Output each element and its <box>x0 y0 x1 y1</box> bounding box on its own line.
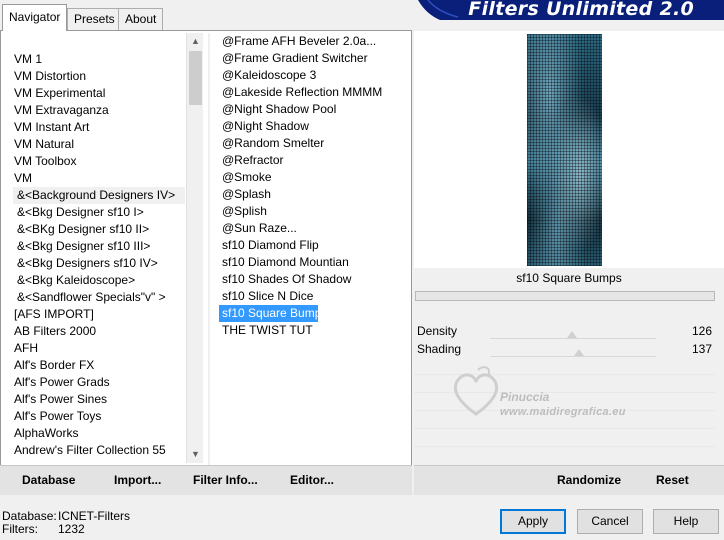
filter-item[interactable]: @Splish <box>219 203 409 220</box>
tab-navigator[interactable]: Navigator <box>2 4 68 31</box>
tab-about[interactable]: About <box>118 8 164 30</box>
category-item[interactable]: VM 1 <box>13 51 185 68</box>
list-divider <box>208 33 210 465</box>
param-density[interactable]: Density 126 <box>414 322 716 340</box>
category-item[interactable]: [AFS IMPORT] <box>13 306 185 323</box>
category-item[interactable]: Alf's Power Toys <box>13 408 185 425</box>
status-filters-label: Filters: <box>2 522 38 536</box>
watermark-heart-icon <box>453 366 499 416</box>
category-item[interactable]: &<Bkg Designers sf10 IV> <box>13 255 185 272</box>
param-slot-empty <box>414 446 716 447</box>
filter-item[interactable]: @Refractor <box>219 152 409 169</box>
category-item[interactable]: VM Toolbox <box>13 153 185 170</box>
slider-track[interactable] <box>490 356 656 357</box>
param-value: 137 <box>691 342 712 356</box>
preview-image <box>527 34 602 266</box>
filter-item[interactable]: sf10 Diamond Mountian <box>219 254 409 271</box>
category-item[interactable]: VM Instant Art <box>13 119 185 136</box>
randomize-button[interactable]: Randomize <box>557 473 621 487</box>
reset-button[interactable]: Reset <box>656 473 689 487</box>
category-item[interactable]: AB Filters 2000 <box>13 323 185 340</box>
category-item[interactable]: &<Background Designers IV> <box>13 187 185 204</box>
category-item[interactable]: Alf's Power Sines <box>13 391 185 408</box>
filter-item[interactable]: sf10 Square Bumps <box>219 305 318 322</box>
tab-strip: Navigator Presets About <box>0 0 420 31</box>
filter-item[interactable]: sf10 Shades Of Shadow <box>219 271 409 288</box>
param-value: 126 <box>691 324 712 338</box>
database-button[interactable]: Database <box>22 473 75 487</box>
category-item[interactable]: AlphaWorks <box>13 425 185 442</box>
param-label: Shading <box>417 342 462 356</box>
category-item[interactable]: VM Distortion <box>13 68 185 85</box>
watermark-name: Pinuccia <box>500 390 550 404</box>
slider-track[interactable] <box>490 338 656 339</box>
filter-item[interactable]: @Sun Raze... <box>219 220 409 237</box>
filter-item[interactable]: @Kaleidoscope 3 <box>219 67 409 84</box>
apply-button[interactable]: Apply <box>500 509 566 534</box>
slider-thumb[interactable] <box>574 349 585 356</box>
filter-item[interactable]: @Night Shadow Pool <box>219 101 409 118</box>
scroll-up-icon[interactable]: ▲ <box>187 33 204 50</box>
filter-item[interactable]: @Night Shadow <box>219 118 409 135</box>
status-database-label: Database: <box>2 509 57 523</box>
category-item[interactable]: &<Sandflower Specials"v" > <box>13 289 185 306</box>
slider-thumb[interactable] <box>567 331 577 338</box>
editor-button[interactable]: Editor... <box>290 473 334 487</box>
import-button[interactable]: Import... <box>114 473 161 487</box>
filter-info-button[interactable]: Filter Info... <box>193 473 258 487</box>
category-item[interactable]: Alf's Border FX <box>13 357 185 374</box>
category-item[interactable]: Alf's Power Grads <box>13 374 185 391</box>
category-list[interactable]: VM 1 VM Distortion VM Experimental VM Extra… <box>13 51 185 461</box>
category-item[interactable]: Andrew's Filter Collection 55 <box>13 442 185 459</box>
navigator-button-bar: Database Import... Filter Info... Editor… <box>0 465 412 495</box>
navigator-panel: VM 1 VM Distortion VM Experimental VM Extra… <box>0 31 412 465</box>
status-database-value: ICNET-Filters <box>58 509 130 523</box>
category-item[interactable]: VM <box>13 170 185 187</box>
filter-item[interactable]: @Smoke <box>219 169 409 186</box>
cancel-button[interactable]: Cancel <box>577 509 643 534</box>
category-item[interactable]: &<Bkg Designer sf10 III> <box>13 238 185 255</box>
filter-item[interactable]: sf10 Diamond Flip <box>219 237 409 254</box>
param-label: Density <box>417 324 458 338</box>
scroll-down-icon[interactable]: ▼ <box>187 446 204 463</box>
category-item[interactable]: VM Experimental <box>13 85 185 102</box>
logo-banner: Filters Unlimited 2.0 <box>418 0 724 20</box>
status-filters-value: 1232 <box>58 522 85 536</box>
preview-filter-name: sf10 Square Bumps <box>414 268 724 289</box>
status-database: Database:ICNET-Filters <box>2 509 130 523</box>
filter-item[interactable]: @Frame AFH Beveler 2.0a... <box>219 33 409 50</box>
category-item[interactable]: &<Bkg Designer sf10 I> <box>13 204 185 221</box>
progress-bar <box>415 291 715 301</box>
filter-item[interactable]: @Lakeside Reflection MMMM <box>219 84 409 101</box>
category-item[interactable]: VM Extravaganza <box>13 102 185 119</box>
watermark-url: www.maidiregrafica.eu <box>500 406 626 418</box>
category-item[interactable]: &<BKg Designer sf10 II> <box>13 221 185 238</box>
filter-item[interactable]: @Random Smelter <box>219 135 409 152</box>
filter-list[interactable]: @Frame AFH Beveler 2.0a... @Frame Gradien… <box>219 33 409 339</box>
watermark: Pinuccia www.maidiregrafica.eu <box>448 362 668 426</box>
filter-item[interactable]: @Frame Gradient Switcher <box>219 50 409 67</box>
category-item[interactable]: Andrew's Filter Collection 56 <box>13 459 185 461</box>
filter-item[interactable]: sf10 Slice N Dice <box>219 288 409 305</box>
status-filters: Filters: 1232 <box>2 522 85 536</box>
category-item[interactable]: VM Natural <box>13 136 185 153</box>
tab-presets[interactable]: Presets <box>67 8 122 30</box>
preview-button-bar: Randomize Reset <box>414 465 724 495</box>
category-scrollbar[interactable]: ▲ ▼ <box>186 33 203 463</box>
logo-text: Filters Unlimited 2.0 <box>468 0 694 20</box>
filter-item[interactable]: @Splash <box>219 186 409 203</box>
category-item[interactable]: &<Bkg Kaleidoscope> <box>13 272 185 289</box>
filter-item[interactable]: THE TWIST TUT <box>219 322 409 339</box>
category-item[interactable]: AFH <box>13 340 185 357</box>
help-button[interactable]: Help <box>653 509 719 534</box>
scroll-thumb[interactable] <box>189 51 202 105</box>
param-shading[interactable]: Shading 137 <box>414 340 716 358</box>
param-slot-empty <box>414 428 716 429</box>
